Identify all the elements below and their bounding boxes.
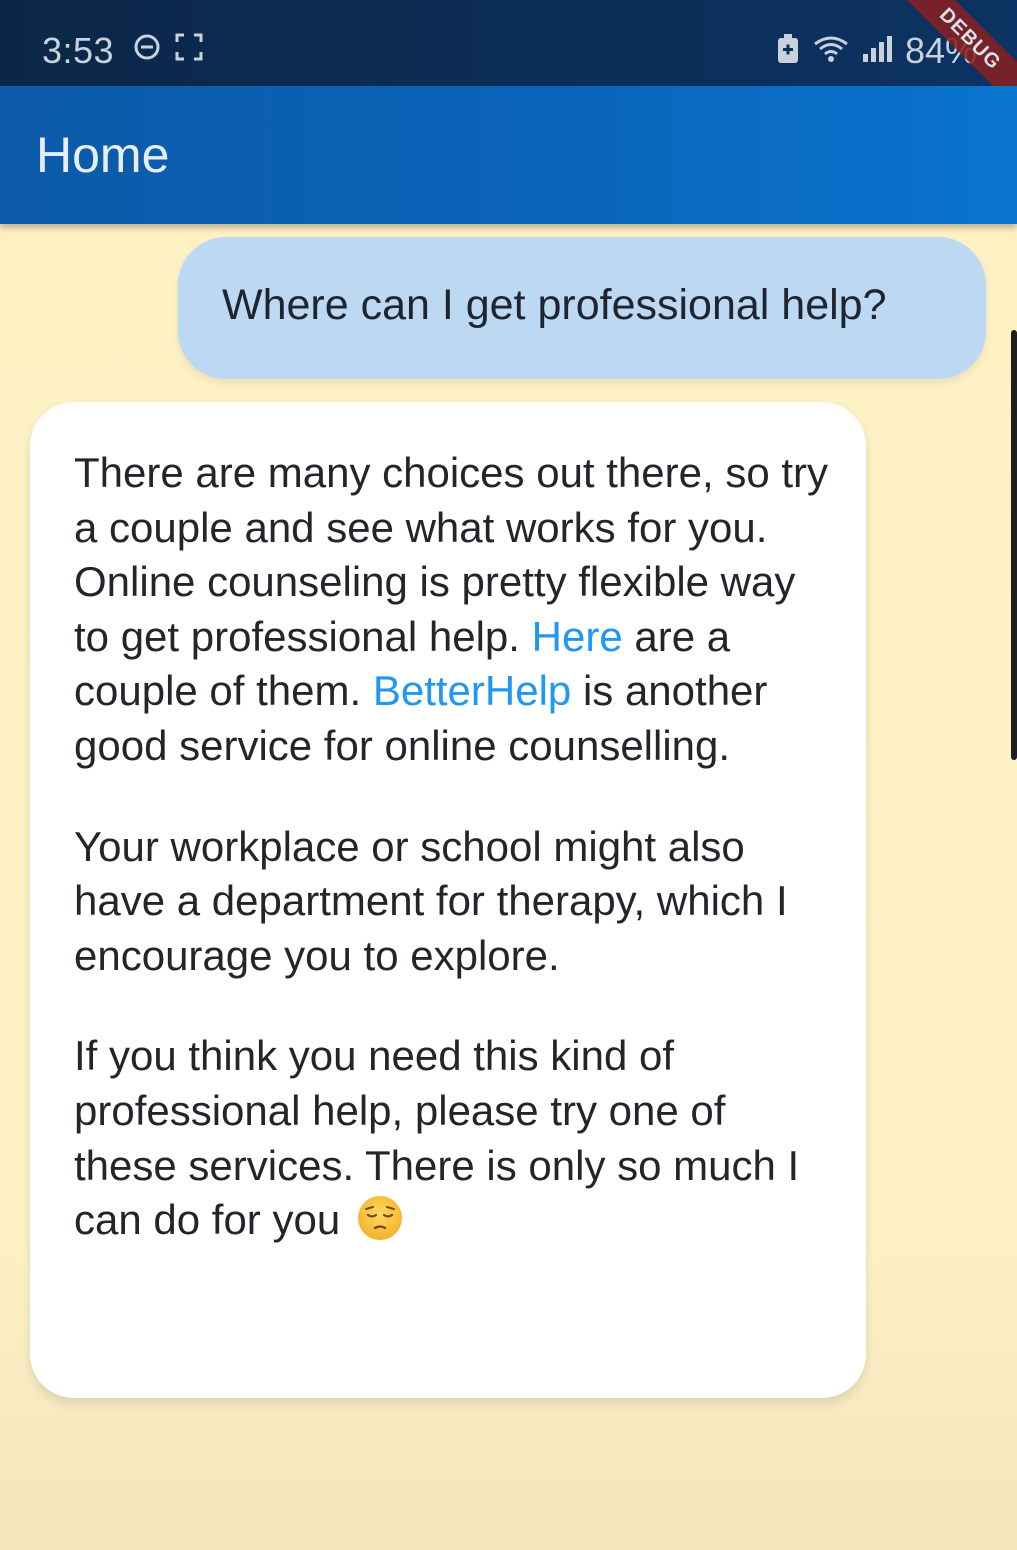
bot-message-paragraph: There are many choices out there, so try… [74, 446, 834, 774]
user-message-bubble[interactable]: Where can I get professional help? [178, 237, 986, 379]
bot-message-bubble[interactable]: There are many choices out there, so try… [30, 402, 866, 1398]
page-title: Home [36, 127, 170, 183]
wifi-icon [811, 34, 851, 69]
bot-text: If you think you need this kind of profe… [74, 1032, 800, 1244]
scrollbar[interactable] [1011, 330, 1017, 760]
app-bar: Home [0, 86, 1017, 224]
bot-text: There are many choices out there, so try… [74, 449, 829, 551]
screenshot-icon [174, 32, 204, 67]
bot-message-paragraph: Your workplace or school might also have… [74, 820, 834, 984]
battery-saver-icon [775, 33, 801, 70]
do-not-disturb-icon [132, 32, 162, 67]
pensive-face-emoji-icon [356, 1194, 404, 1256]
here-link[interactable]: Here [532, 613, 623, 660]
bot-message-paragraph: If you think you need this kind of profe… [74, 1029, 834, 1255]
betterhelp-link[interactable]: BetterHelp [373, 667, 571, 714]
user-message-text: Where can I get professional help? [222, 281, 887, 329]
bot-text: Your workplace or school might also have… [74, 822, 788, 979]
signal-icon [861, 34, 895, 69]
chat-screen: 3:53 84% DEBUG Home Where can I get prof… [0, 0, 1017, 1550]
status-time: 3:53 [42, 30, 115, 71]
status-bar: 3:53 84% DEBUG [0, 0, 1017, 119]
